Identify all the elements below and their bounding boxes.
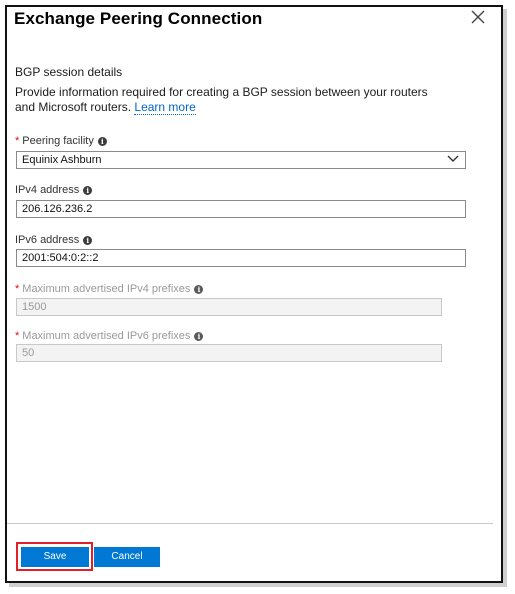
cancel-button[interactable]: Cancel: [94, 547, 160, 567]
info-icon[interactable]: i: [194, 332, 204, 341]
peering-facility-value: Equinix Ashburn: [22, 154, 102, 166]
ipv4-address-input[interactable]: 206.126.236.2: [16, 200, 466, 218]
ipv6-label: IPv6 address i: [15, 234, 93, 246]
max-ipv6-prefixes-value: 50: [22, 347, 35, 359]
required-marker: *: [15, 283, 20, 295]
max-ipv4-prefixes-input: 1500: [16, 298, 442, 316]
peering-facility-label-text: Peering facility: [22, 135, 94, 147]
dialog-shadow-right: [503, 9, 507, 587]
ipv4-label: IPv4 address i: [15, 184, 93, 196]
max-ipv6-prefixes-input: 50: [16, 344, 442, 362]
ipv6-address-input[interactable]: 2001:504:0:2::2: [16, 249, 466, 267]
max-ipv4-prefixes-label-text: Maximum advertised IPv4 prefixes: [22, 283, 191, 295]
dialog-shadow-bottom: [9, 583, 507, 587]
ipv4-label-text: IPv4 address: [15, 184, 80, 196]
info-icon[interactable]: i: [83, 236, 93, 245]
peering-facility-label: * Peering facility i: [15, 135, 107, 147]
dialog-title: Exchange Peering Connection: [14, 9, 263, 28]
footer-divider: [7, 523, 493, 524]
section-title: BGP session details: [15, 65, 123, 79]
max-ipv6-prefixes-label-text: Maximum advertised IPv6 prefixes: [22, 330, 191, 342]
required-marker: *: [15, 330, 20, 342]
ipv6-label-text: IPv6 address: [15, 234, 80, 246]
max-ipv4-prefixes-label: * Maximum advertised IPv4 prefixes i: [15, 283, 204, 295]
close-icon: [471, 10, 485, 24]
close-button[interactable]: [467, 8, 489, 30]
info-icon[interactable]: i: [97, 137, 107, 146]
max-ipv6-prefixes-label: * Maximum advertised IPv6 prefixes i: [15, 330, 204, 342]
peering-facility-select[interactable]: Equinix Ashburn: [16, 151, 466, 169]
required-marker: *: [15, 135, 20, 147]
info-icon[interactable]: i: [83, 186, 93, 195]
learn-more-link[interactable]: Learn more: [134, 100, 196, 115]
info-icon[interactable]: i: [194, 285, 204, 294]
chevron-down-icon: [447, 155, 459, 162]
ipv6-address-value: 2001:504:0:2::2: [22, 252, 99, 264]
save-button[interactable]: Save: [21, 547, 89, 567]
description-text: Provide information required for creatin…: [15, 85, 428, 114]
max-ipv4-prefixes-value: 1500: [22, 301, 47, 313]
ipv4-address-value: 206.126.236.2: [22, 203, 93, 215]
description: Provide information required for creatin…: [15, 85, 445, 115]
